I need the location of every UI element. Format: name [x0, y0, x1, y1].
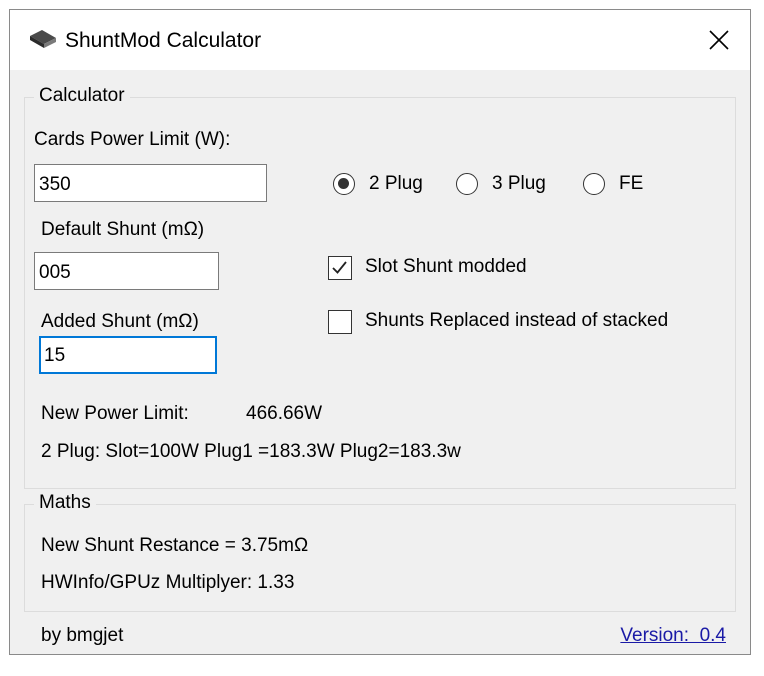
added-shunt-label: Added Shunt (mΩ) — [41, 311, 199, 332]
multiplier-result: HWInfo/GPUz Multiplyer: 1.33 — [41, 572, 295, 593]
plug-breakdown: 2 Plug: Slot=100W Plug1 =183.3W Plug2=18… — [41, 441, 461, 462]
maths-group: Maths — [24, 492, 736, 612]
added-shunt-input[interactable] — [39, 336, 217, 374]
calculator-group-label: Calculator — [34, 85, 130, 107]
close-button[interactable] — [688, 10, 750, 70]
title-bar[interactable]: ShuntMod Calculator — [10, 10, 750, 70]
author-label: by bmgjet — [41, 625, 124, 646]
maths-group-label: Maths — [34, 492, 96, 514]
replaced-label: Shunts Replaced instead of stacked — [365, 310, 669, 331]
plug-radio-2[interactable]: 2 Plug — [333, 171, 443, 201]
slot-shunt-label: Slot Shunt modded — [365, 256, 527, 277]
checkmark-icon — [332, 261, 347, 274]
app-window: ShuntMod Calculator Calculator Cards Pow… — [9, 9, 751, 655]
radio-3plug-label: 3 Plug — [492, 173, 546, 194]
plug-radio-fe[interactable]: FE — [583, 171, 663, 201]
replaced-box — [328, 310, 352, 334]
close-icon — [709, 30, 729, 50]
power-limit-label: Cards Power Limit (W): — [34, 129, 231, 150]
new-power-value: 466.66W — [246, 403, 323, 424]
calculator-group: Calculator — [24, 85, 736, 489]
plug-radio-3[interactable]: 3 Plug — [456, 171, 566, 201]
hardware-card-icon — [30, 30, 56, 48]
replaced-checkbox[interactable]: Shunts Replaced instead of stacked — [328, 310, 718, 340]
radio-2plug-label: 2 Plug — [369, 173, 423, 194]
slot-shunt-box — [328, 256, 352, 280]
new-power-label: New Power Limit: — [41, 403, 189, 424]
default-shunt-input[interactable] — [34, 252, 219, 290]
default-shunt-label: Default Shunt (mΩ) — [41, 219, 205, 240]
radio-3plug-circle — [456, 173, 478, 195]
radio-2plug-circle — [333, 173, 355, 195]
new-shunt-result: New Shunt Restance = 3.75mΩ — [41, 535, 309, 556]
radio-fe-circle — [583, 173, 605, 195]
radio-fe-label: FE — [619, 173, 644, 194]
power-limit-input[interactable] — [34, 164, 267, 202]
slot-shunt-checkbox[interactable]: Slot Shunt modded — [328, 256, 568, 286]
window-title: ShuntMod Calculator — [65, 29, 262, 52]
version-link[interactable]: Version: 0.4 — [620, 625, 726, 647]
